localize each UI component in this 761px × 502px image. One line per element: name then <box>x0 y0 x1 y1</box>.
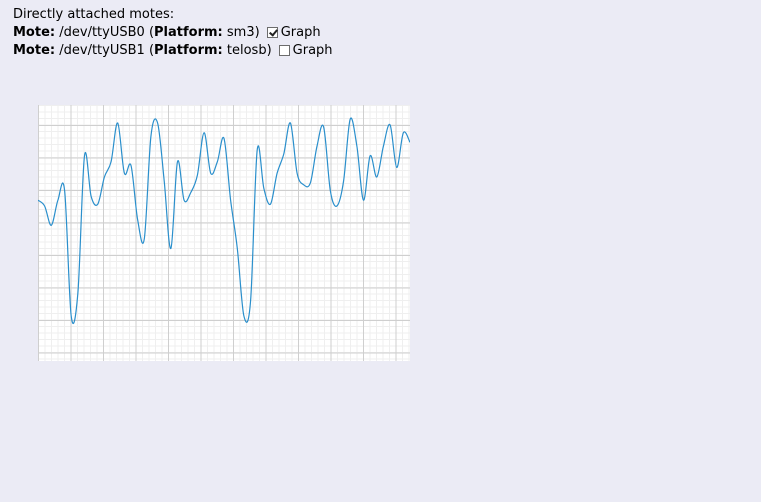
mote-label: Mote: <box>13 25 56 40</box>
platform-value: sm3 <box>226 25 255 40</box>
attached-motes-heading: Directly attached motes: <box>13 7 175 22</box>
mote-row-usb1: Mote: /dev/ttyUSB1 (Platform: telosb) Gr… <box>13 42 333 60</box>
sensor-graph <box>38 105 410 361</box>
graph-checkbox-label[interactable]: Graph <box>293 42 333 60</box>
platform-label: Platform: <box>154 25 223 40</box>
platform-label: Platform: <box>154 43 223 58</box>
graph-grid <box>38 105 410 361</box>
mote-device: /dev/ttyUSB1 <box>59 43 145 58</box>
graph-checkbox-label[interactable]: Graph <box>281 24 321 42</box>
graph-checkbox-usb0[interactable] <box>266 26 278 38</box>
graph-checkbox-usb1[interactable] <box>278 44 290 56</box>
mote-label: Mote: <box>13 43 56 58</box>
mote-row-usb0: Mote: /dev/ttyUSB0 (Platform: sm3) Graph <box>13 24 321 42</box>
sensor-graph-svg <box>38 105 410 361</box>
series-line <box>38 117 410 324</box>
platform-value: telosb <box>226 43 267 58</box>
mote-device: /dev/ttyUSB0 <box>59 25 145 40</box>
